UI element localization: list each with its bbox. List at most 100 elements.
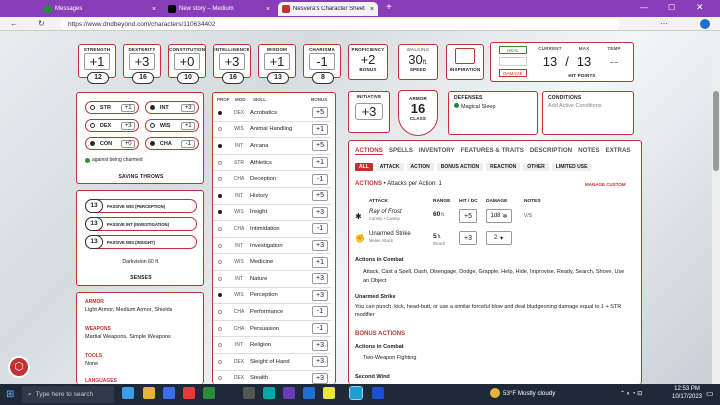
tab-features-traits[interactable]: FEATURES & TRAITS [461,147,524,155]
app-icon[interactable] [203,387,215,399]
new-tab-button[interactable]: + [386,2,392,13]
skill-row[interactable]: WIS Medicine +1 [213,254,331,271]
tab-inventory[interactable]: INVENTORY [419,147,455,155]
close-window-icon[interactable]: ✕ [696,2,704,13]
filter-all[interactable]: ALL [355,163,373,171]
app-icon[interactable] [263,387,275,399]
app-icon[interactable] [283,387,295,399]
url-field[interactable]: https://www.dndbeyond.com/characters/110… [60,19,620,30]
ability-score[interactable]: 8 [312,72,334,84]
heal-button[interactable]: HEAL [499,46,527,54]
dice-roller-icon[interactable]: ⬡ [8,356,30,378]
skill-row[interactable]: STR Athletics +1 [213,155,331,172]
tab-extras[interactable]: EXTRAS [605,147,630,155]
filter-other[interactable]: OTHER [523,163,549,171]
defenses-box[interactable]: DEFENSES Magical Sleep [448,91,538,135]
skill-row[interactable]: CHA Persuasion -1 [213,321,331,338]
browser-tab-dndbeyond[interactable]: Nesvera's Character Sheet - D&D Beyond × [278,2,378,16]
app-icon[interactable] [323,387,335,399]
taskview-icon[interactable] [122,387,134,399]
filter-attack[interactable]: ATTACK [375,163,404,171]
edge-icon[interactable] [700,19,710,29]
skill-row[interactable]: INT Nature +3 [213,271,331,288]
skill-row[interactable]: DEX Sleight of Hand +3 [213,354,331,371]
skill-row[interactable]: DEX Acrobatics +5 [213,105,331,122]
ability-score[interactable]: 10 [177,72,199,84]
close-icon[interactable]: × [152,6,156,13]
weather-text[interactable]: 53°F Mostly cloudy [503,390,555,397]
manage-custom-link[interactable]: MANAGE CUSTOM [585,182,626,187]
notifications-icon[interactable]: ▭ [706,389,714,398]
saving-throw-dex[interactable]: DEX +3 [85,119,139,132]
page-scrollbar[interactable] [712,31,720,384]
browser-tab-medium[interactable]: New story – Medium × [164,2,274,16]
saving-throw-cha[interactable]: CHA -1 [145,137,199,150]
clock-date[interactable]: 10/17/2023 [670,394,704,400]
app-icon[interactable] [303,387,315,399]
attack-hit[interactable]: +3 [459,231,477,245]
tab-notes[interactable]: NOTES [578,147,599,155]
filter-reaction[interactable]: REACTION [486,163,521,171]
inspiration-label: INSPIRATION [449,67,481,72]
ability-score[interactable]: 16 [222,72,244,84]
conditions-box[interactable]: CONDITIONS Add Active Conditions [542,91,634,135]
file-explorer-icon[interactable] [143,387,155,399]
save-ability: WIS [159,122,171,129]
chrome-icon[interactable] [183,387,195,399]
ability-score[interactable]: 16 [132,72,154,84]
hp-temp[interactable]: -- [599,54,629,69]
attack-damage[interactable]: 1d8 ❄ [486,209,512,223]
tab-actions[interactable]: ACTIONS [355,147,383,155]
filter-action[interactable]: ACTION [406,163,434,171]
ability-score[interactable]: 12 [87,72,109,84]
close-icon[interactable]: × [370,6,374,13]
attack-name[interactable]: Ray of Frost [369,209,402,215]
filter-limited-use[interactable]: LIMITED USE [551,163,592,171]
app-icon[interactable] [243,387,255,399]
saving-throw-wis[interactable]: WIS +1 [145,119,199,132]
inspiration-toggle[interactable] [455,48,475,64]
attack-hit[interactable]: +5 [459,209,477,223]
clock-time[interactable]: 12:53 PM [672,386,702,392]
skill-row[interactable]: INT Investigation +3 [213,238,331,255]
skill-row[interactable]: INT Arcana +5 [213,138,331,155]
attack-damage[interactable]: 2 ✦ [486,231,512,245]
tab-spells[interactable]: SPELLS [389,147,413,155]
skill-row[interactable]: WIS Perception +3 [213,288,331,305]
ability-score[interactable]: 13 [267,72,289,84]
tray-icons[interactable]: ⌃ ◐ ◔ ⊡ [620,390,642,397]
saving-throw-int[interactable]: INT +3 [145,101,199,114]
inspiration-box[interactable]: INSPIRATION [446,44,484,80]
hp-current[interactable]: 13 [535,54,565,69]
browser-tab-messages[interactable]: Messages × [40,2,160,16]
store-icon[interactable] [163,387,175,399]
hp-amount-input[interactable] [499,57,527,66]
extensions-icon[interactable]: ⋯ [660,19,668,28]
windows-start-icon[interactable]: ⊞ [6,389,14,400]
maximize-icon[interactable]: ☐ [668,3,675,12]
tab-description[interactable]: DESCRIPTION [530,147,572,155]
edge-taskbar-icon[interactable] [349,386,363,400]
taskbar-search[interactable]: ⌕ Type here to search [22,386,114,403]
skill-row[interactable]: DEX Stealth +3 [213,371,331,384]
skill-row[interactable]: CHA Intimidation -1 [213,221,331,238]
initiative-value[interactable]: +3 [355,103,383,120]
attack-name[interactable]: Unarmed Strike [369,231,411,237]
damage-button[interactable]: DAMAGE [499,69,527,77]
filter-bonus-action[interactable]: BONUS ACTION [436,163,484,171]
skill-row[interactable]: CHA Deception -1 [213,171,331,188]
scrollbar-thumb[interactable] [713,91,719,171]
minimize-icon[interactable]: — [640,3,648,12]
saving-throw-str[interactable]: STR +1 [85,101,139,114]
skill-row[interactable]: WIS Animal Handling +1 [213,122,331,139]
saving-throw-con[interactable]: CON +0 [85,137,139,150]
close-icon[interactable]: × [266,6,270,13]
skill-row[interactable]: CHA Performance -1 [213,304,331,321]
walking-value: 30 [408,52,423,67]
skill-row[interactable]: WIS Insight +3 [213,205,331,222]
back-icon[interactable]: ← [10,19,18,28]
word-icon[interactable] [372,387,384,399]
skill-row[interactable]: INT History +5 [213,188,331,205]
skill-row[interactable]: INT Religion +3 [213,337,331,354]
refresh-icon[interactable]: ↻ [38,19,45,28]
